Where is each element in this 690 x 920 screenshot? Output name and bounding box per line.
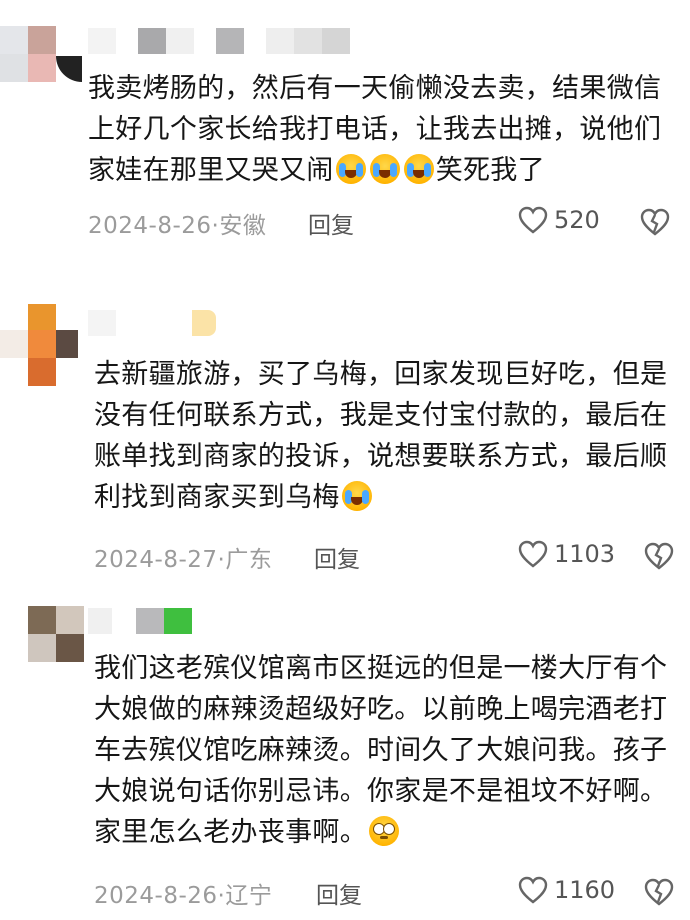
comment-text: 去新疆旅游，买了乌梅，回家发现巨好吃，但是没有任何联系方式，我是支付宝付款的，最… [94, 354, 684, 518]
comment-text: 我们这老殡仪馆离市区挺远的但是一楼大厅有个大娘做的麻辣烫超级好吃。以前晚上喝完酒… [94, 648, 684, 853]
comment-text-part: 去新疆旅游，买了乌梅，回家发现巨好吃，但是没有任何联系方式，我是支付宝付款的，最… [94, 359, 668, 513]
heart-outline-icon [518, 206, 548, 234]
comment-location: 广东 [225, 547, 273, 573]
like-count: 1160 [554, 876, 616, 904]
username-blurred[interactable] [88, 28, 350, 54]
reply-button[interactable]: 回复 [316, 876, 362, 910]
comment-meta: 2024-8-27·广东 [94, 547, 273, 573]
broken-heart-icon [644, 542, 674, 570]
comment-location: 辽宁 [225, 883, 273, 909]
loudly-crying-face-icon [369, 154, 400, 184]
heart-outline-icon [518, 540, 548, 568]
like-button[interactable]: 1160 [518, 876, 615, 904]
comment-date: 2024-8-26 [94, 883, 218, 909]
loudly-crying-face-icon [341, 481, 372, 511]
comment-meta: 2024-8-26·辽宁 [94, 883, 273, 909]
comment-text-part: 笑死我了 [435, 155, 545, 186]
broken-heart-icon [644, 878, 674, 906]
reply-button[interactable]: 回复 [314, 540, 360, 574]
avatar[interactable] [0, 26, 56, 82]
avatar[interactable] [28, 606, 84, 662]
comment-text: 我卖烤肠的，然后有一天偷懒没去卖，结果微信上好几个家长给我打电话，让我去出摊，说… [88, 68, 678, 191]
heart-outline-icon [518, 876, 548, 904]
like-count: 1103 [554, 540, 616, 568]
like-button[interactable]: 520 [518, 206, 600, 234]
face-with-rolling-eyes-icon [369, 816, 399, 846]
dislike-button[interactable] [644, 878, 674, 906]
username-blurred[interactable] [88, 608, 192, 634]
comment-meta: 2024-8-26·安徽 [88, 213, 267, 239]
like-count: 520 [554, 206, 600, 234]
reply-button[interactable]: 回复 [308, 206, 354, 240]
comment-date: 2024-8-26 [88, 213, 212, 239]
broken-heart-icon [640, 208, 670, 236]
comment-location: 安徽 [219, 213, 267, 239]
like-button[interactable]: 1103 [518, 540, 615, 568]
username-blurred[interactable] [88, 310, 216, 336]
avatar[interactable] [0, 304, 84, 386]
loudly-crying-face-icon [335, 154, 366, 184]
dislike-button[interactable] [640, 208, 670, 236]
loudly-crying-face-icon [403, 154, 434, 184]
avatar-decoration [56, 56, 82, 82]
comment-date: 2024-8-27 [94, 547, 218, 573]
dislike-button[interactable] [644, 542, 674, 570]
